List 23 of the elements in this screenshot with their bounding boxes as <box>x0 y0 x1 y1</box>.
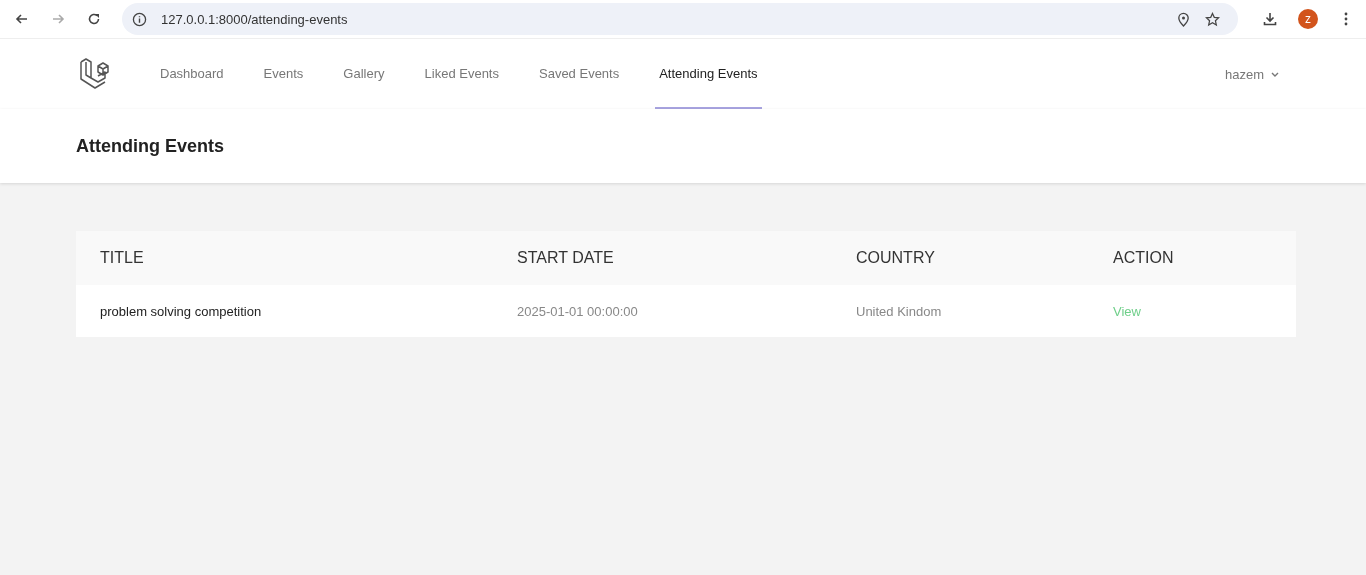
user-menu[interactable]: hazem <box>1218 39 1286 109</box>
profile-avatar[interactable]: z <box>1298 9 1318 29</box>
column-header: ACTION <box>1089 231 1296 285</box>
nav-link[interactable]: Gallery <box>339 39 389 109</box>
location-pin-icon[interactable] <box>1176 11 1191 27</box>
download-icon[interactable] <box>1262 11 1278 27</box>
table-cell: 2025-01-01 00:00:00 <box>493 285 832 337</box>
nav-link[interactable]: Liked Events <box>420 39 503 109</box>
reload-icon[interactable] <box>86 11 102 27</box>
column-header: TITLE <box>76 231 493 285</box>
nav-link[interactable]: Saved Events <box>535 39 624 109</box>
table-cell: United Kindom <box>832 285 1089 337</box>
nav-link[interactable]: Events <box>259 39 308 109</box>
nav-link[interactable]: Dashboard <box>156 39 228 109</box>
table-cell: problem solving competition <box>76 285 493 337</box>
column-header: START DATE <box>493 231 832 285</box>
address-bar[interactable]: 127.0.0.1:8000/attending-events <box>122 3 1238 35</box>
info-icon[interactable] <box>132 11 147 27</box>
logo-icon[interactable] <box>78 57 112 91</box>
url-text: 127.0.0.1:8000/attending-events <box>161 11 348 27</box>
star-icon[interactable] <box>1205 11 1220 27</box>
page-title: Attending Events <box>76 135 224 157</box>
column-header: COUNTRY <box>832 231 1089 285</box>
